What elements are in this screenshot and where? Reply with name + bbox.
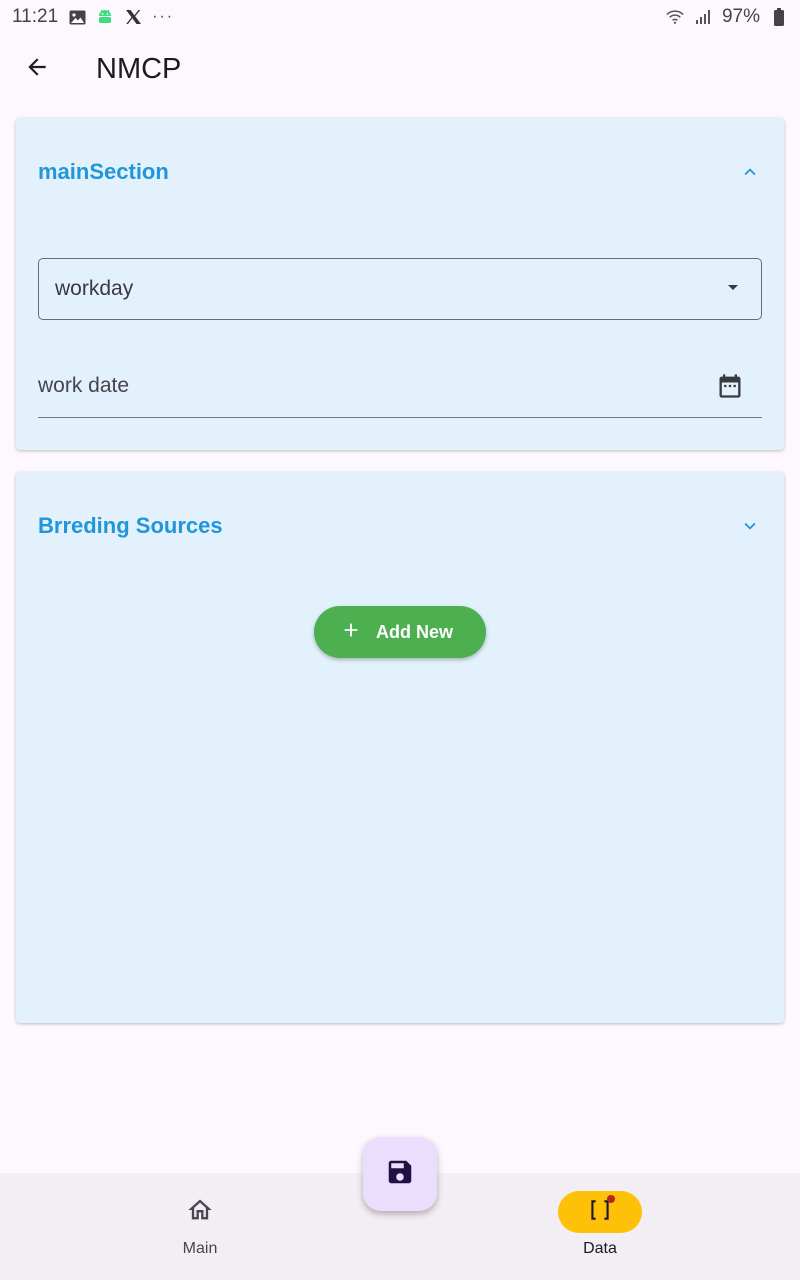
breeding-sources-header[interactable]: Brreding Sources	[16, 472, 784, 580]
nav-item-main[interactable]: Main	[140, 1191, 260, 1271]
add-new-button[interactable]: Add New	[314, 606, 486, 658]
plus-icon	[340, 619, 362, 646]
workday-dropdown[interactable]: workday	[38, 258, 762, 320]
nav-data-indicator	[558, 1191, 642, 1233]
status-bar-left: 11:21 ···	[12, 6, 174, 28]
breeding-sources-title: Brreding Sources	[38, 513, 223, 538]
x-icon	[124, 8, 142, 26]
main-section-card: mainSection workday work date	[16, 118, 784, 450]
chevron-up-icon[interactable]	[738, 160, 762, 184]
main-section-title: mainSection	[38, 159, 169, 184]
dropdown-arrow-icon	[721, 275, 745, 304]
calendar-icon[interactable]	[714, 370, 746, 402]
arrow-back-icon	[24, 54, 50, 85]
nav-main-indicator	[158, 1191, 242, 1233]
add-new-label: Add New	[376, 621, 454, 642]
nav-main-label: Main	[182, 1240, 218, 1257]
chevron-down-icon[interactable]	[738, 514, 762, 538]
work-date-field[interactable]: work date	[38, 354, 762, 418]
workday-dropdown-value: workday	[55, 277, 134, 300]
battery-percent: 97%	[721, 6, 760, 27]
app-bar: NMCP	[0, 34, 800, 104]
work-date-label: work date	[38, 373, 130, 397]
wifi-icon	[666, 8, 684, 26]
notification-badge	[607, 1195, 615, 1203]
android-icon	[96, 8, 114, 26]
save-fab[interactable]	[363, 1137, 437, 1211]
signal-icon	[694, 8, 712, 26]
more-notifications-icon: ···	[152, 8, 175, 25]
image-icon	[68, 8, 86, 26]
home-icon	[186, 1196, 214, 1229]
nav-item-data[interactable]: Data	[540, 1191, 660, 1271]
save-icon	[385, 1157, 415, 1192]
page-title: NMCP	[96, 52, 182, 85]
status-bar-right: 97%	[666, 6, 788, 28]
battery-icon	[770, 8, 788, 26]
breeding-sources-card: Brreding Sources Add New	[16, 472, 784, 1023]
nav-data-label: Data	[583, 1240, 617, 1257]
status-time: 11:21	[12, 6, 59, 27]
status-bar: 11:21 ··· 97%	[0, 0, 800, 34]
main-section-header[interactable]: mainSection	[16, 118, 784, 226]
back-button[interactable]	[13, 45, 61, 93]
